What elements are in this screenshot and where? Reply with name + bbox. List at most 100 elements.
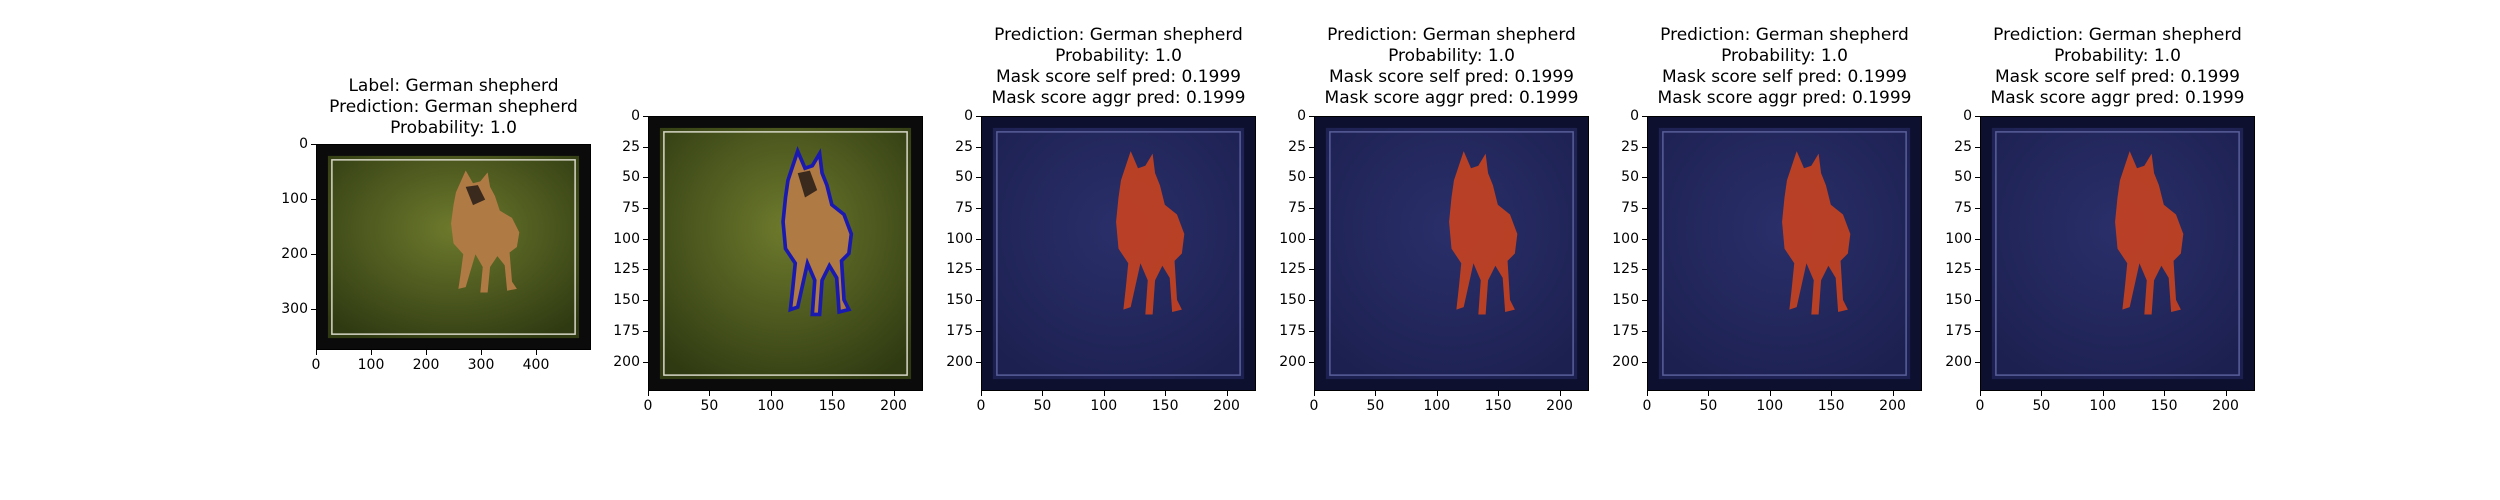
y-tick-label: 125 [1279,261,1306,278]
image-axes [316,144,591,350]
y-tick-label: 200 [946,353,973,370]
y-tick-mark [976,331,981,332]
figure: Label: German shepherd Prediction: German… [0,0,2500,500]
x-tick-mark [1708,391,1709,396]
panel-image [982,117,1255,390]
panel-title: Prediction: German shepherd Probability: … [1274,25,1629,109]
x-tick-mark [1770,391,1771,396]
y-tick-mark [1309,177,1314,178]
y-tick-mark [1309,300,1314,301]
x-tick-label: 50 [2032,398,2051,414]
panel-image [317,145,590,349]
image-axes [1980,116,2255,391]
x-tick-label: 200 [1879,398,1906,414]
x-tick-label: 0 [643,398,653,414]
title-line: Mask score aggr pred: 0.1999 [1990,88,2245,108]
y-tick-mark [1642,331,1647,332]
x-tick-mark [1498,391,1499,396]
x-tick-label: 0 [976,398,986,414]
x-tick-mark [536,350,537,355]
panel-image [1315,117,1588,390]
image-background [1325,127,1578,380]
y-tick-label: 100 [946,230,973,247]
x-tick-mark [981,391,982,396]
y-tick-mark [643,362,648,363]
title-line: Prediction: German shepherd [329,97,578,117]
y-tick-mark [1975,116,1980,117]
image-axes [981,116,1256,391]
x-tick-mark [709,391,710,396]
y-tick-label: 50 [955,169,973,186]
y-tick-label: 0 [1630,108,1639,124]
panel-title: Label: German shepherd Prediction: German… [276,76,631,139]
y-tick-mark [311,199,316,200]
y-tick-label: 100 [1279,230,1306,247]
x-tick-mark [1831,391,1832,396]
x-tick-label: 150 [1484,398,1512,414]
y-tick-label: 25 [1954,138,1972,155]
image-axes [1647,116,1922,391]
x-tick-mark [771,391,772,396]
title-line: Mask score aggr pred: 0.1999 [991,88,1246,108]
x-tick-label: 100 [2089,398,2117,414]
y-tick-mark [1975,239,1980,240]
title-line: Mask score self pred: 0.1999 [996,67,1241,87]
y-tick-mark [1642,239,1647,240]
y-tick-label: 0 [1963,108,1972,124]
y-tick-label: 150 [1279,292,1306,309]
x-tick-mark [2041,391,2042,396]
y-tick-mark [1975,331,1980,332]
image-axes [648,116,923,391]
y-tick-label: 0 [1297,108,1306,124]
y-tick-label: 200 [613,353,640,370]
y-tick-mark [976,300,981,301]
y-tick-mark [976,177,981,178]
x-tick-mark [1227,391,1228,396]
panel-image [1648,117,1921,390]
y-tick-mark [1975,208,1980,209]
y-tick-label: 175 [1945,322,1972,339]
title-line: Probability: 1.0 [1388,46,1515,66]
y-tick-mark [643,177,648,178]
image-background [659,127,912,380]
x-tick-label: 100 [1756,398,1784,414]
y-tick-label: 0 [631,108,640,124]
y-tick-mark [643,300,648,301]
x-tick-label: 150 [1151,398,1179,414]
title-line: Probability: 1.0 [2054,46,2181,66]
y-tick-label: 50 [1288,169,1306,186]
x-tick-label: 50 [1699,398,1718,414]
title-line: Prediction: German shepherd [994,25,1243,45]
y-tick-label: 125 [1945,261,1972,278]
x-tick-label: 100 [757,398,785,414]
x-tick-label: 50 [1033,398,1052,414]
y-tick-label: 125 [946,261,973,278]
x-tick-label: 200 [1213,398,1240,414]
x-tick-mark [894,391,895,396]
y-tick-mark [1309,362,1314,363]
y-tick-label: 175 [946,322,973,339]
y-tick-label: 125 [613,261,640,278]
title-line: Mask score self pred: 0.1999 [1662,67,1907,87]
panel-title: Prediction: German shepherd Probability: … [1607,25,1962,109]
x-tick-label: 0 [1975,398,1985,414]
y-tick-mark [643,331,648,332]
y-tick-label: 75 [1954,200,1972,217]
y-tick-mark [643,269,648,270]
y-tick-mark [976,239,981,240]
y-tick-mark [311,309,316,310]
image-background [1658,127,1911,380]
x-tick-mark [481,350,482,355]
y-tick-mark [1309,147,1314,148]
y-tick-label: 100 [1945,230,1972,247]
x-tick-mark [1980,391,1981,396]
x-tick-mark [1893,391,1894,396]
x-tick-mark [2164,391,2165,396]
y-tick-mark [1975,177,1980,178]
x-tick-label: 100 [1423,398,1451,414]
x-tick-mark [832,391,833,396]
y-tick-mark [311,254,316,255]
y-tick-label: 200 [1612,353,1639,370]
y-tick-label: 50 [1621,169,1639,186]
y-tick-mark [1642,269,1647,270]
